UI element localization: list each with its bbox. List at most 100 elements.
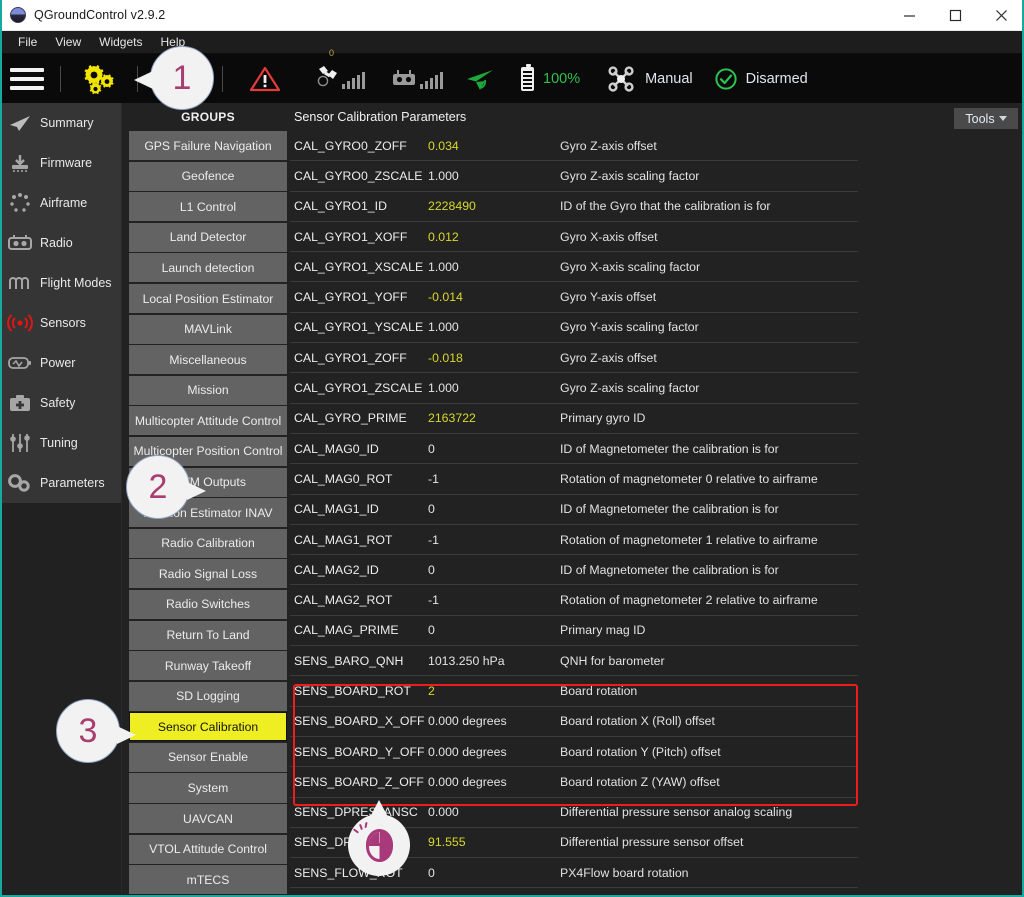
table-row[interactable]: CAL_MAG1_ID0ID of Magnetometer the calib… bbox=[290, 495, 858, 525]
group-item[interactable]: Sensor Enable bbox=[129, 743, 287, 772]
group-item[interactable]: Mission bbox=[129, 376, 287, 405]
menu-widgets[interactable]: Widgets bbox=[90, 33, 151, 51]
param-value: -0.014 bbox=[428, 290, 560, 304]
table-row[interactable]: SENS_BOARD_Y_OFF0.000 degreesBoard rotat… bbox=[290, 737, 858, 767]
group-item-label: Radio Switches bbox=[166, 597, 250, 611]
group-item[interactable]: Radio Signal Loss bbox=[129, 559, 287, 588]
group-item[interactable]: Return To Land bbox=[129, 621, 287, 650]
table-row[interactable]: CAL_MAG0_ID0ID of Magnetometer the calib… bbox=[290, 434, 858, 464]
param-description: Differential pressure sensor offset bbox=[560, 835, 743, 849]
group-item[interactable]: Radio Calibration bbox=[129, 529, 287, 558]
group-item[interactable]: MAVLink bbox=[129, 315, 287, 344]
warning-triangle-icon bbox=[249, 65, 281, 93]
table-row[interactable]: CAL_GYRO1_YOFF-0.014Gyro Y-axis offset bbox=[290, 282, 858, 312]
tools-button[interactable]: Tools bbox=[954, 108, 1018, 129]
table-row[interactable]: CAL_GYRO1_YSCALE1.000Gyro Y-axis scaling… bbox=[290, 313, 858, 343]
toolbar-arm-status[interactable]: Disarmed bbox=[701, 54, 816, 103]
sidebar-item-firmware[interactable]: Firmware bbox=[1, 143, 121, 183]
toolbar-settings-button[interactable] bbox=[67, 54, 131, 103]
table-row[interactable]: CAL_GYRO0_ZSCALE1.000Gyro Z-axis scaling… bbox=[290, 161, 858, 191]
close-button[interactable] bbox=[978, 0, 1024, 31]
table-row[interactable]: CAL_GYRO0_ZOFF0.034Gyro Z-axis offset bbox=[290, 131, 858, 161]
param-name: CAL_MAG1_ROT bbox=[290, 533, 428, 547]
menu-file[interactable]: File bbox=[9, 33, 46, 51]
firmware-chip-icon bbox=[7, 152, 33, 174]
table-row[interactable]: CAL_MAG_PRIME0Primary mag ID bbox=[290, 616, 858, 646]
group-item-selected[interactable]: Sensor Calibration bbox=[129, 712, 287, 741]
battery-percent-label: 100% bbox=[543, 71, 580, 87]
minimize-button[interactable] bbox=[886, 0, 932, 31]
sidebar-item-flight-modes[interactable]: Flight Modes bbox=[1, 263, 121, 303]
telemetry-signal-icon bbox=[463, 66, 497, 92]
table-row[interactable]: CAL_GYRO1_ZOFF-0.018Gyro Z-axis offset bbox=[290, 343, 858, 373]
toolbar-battery-status[interactable]: 100% bbox=[511, 54, 584, 103]
table-row[interactable]: SENS_BOARD_ROT2Board rotation bbox=[290, 676, 858, 706]
paper-plane-icon bbox=[7, 112, 33, 134]
group-item-label: Runway Takeoff bbox=[165, 659, 251, 673]
sidebar-item-summary[interactable]: Summary bbox=[1, 103, 121, 143]
table-row[interactable]: SENS_BOARD_Z_OFF0.000 degreesBoard rotat… bbox=[290, 767, 858, 797]
param-name: SENS_DPRES_ANSC bbox=[290, 805, 428, 819]
param-name: CAL_GYRO0_ZOFF bbox=[290, 139, 428, 153]
group-item[interactable]: System bbox=[129, 773, 287, 802]
toolbar-telemetry-status[interactable] bbox=[449, 54, 511, 103]
table-row[interactable]: CAL_GYRO1_XOFF0.012Gyro X-axis offset bbox=[290, 222, 858, 252]
param-value: 0 bbox=[428, 623, 560, 637]
airframe-dots-icon bbox=[7, 192, 33, 214]
table-row[interactable]: CAL_GYRO_PRIME2163722Primary gyro ID bbox=[290, 404, 858, 434]
sidebar-item-label: Summary bbox=[40, 116, 93, 130]
table-row[interactable]: SENS_BOARD_X_OFF0.000 degreesBoard rotat… bbox=[290, 707, 858, 737]
group-item[interactable]: Launch detection bbox=[129, 253, 287, 282]
menu-view[interactable]: View bbox=[46, 33, 90, 51]
group-item[interactable]: Multicopter Attitude Control bbox=[129, 406, 287, 435]
group-item[interactable]: SD Logging bbox=[129, 682, 287, 711]
sidebar-item-label: Parameters bbox=[40, 476, 105, 490]
parameters-gears-icon bbox=[7, 472, 33, 494]
toolbar-rc-status[interactable] bbox=[371, 54, 449, 103]
group-item[interactable]: L1 Control bbox=[129, 192, 287, 221]
toolbar-gps-status[interactable]: 0 bbox=[301, 54, 371, 103]
param-name: CAL_GYRO1_YSCALE bbox=[290, 320, 428, 334]
param-description: Gyro Y-axis offset bbox=[560, 290, 656, 304]
table-row[interactable]: CAL_MAG2_ID0ID of Magnetometer the calib… bbox=[290, 555, 858, 585]
group-item[interactable]: mTECS bbox=[129, 865, 287, 894]
table-row[interactable]: CAL_GYRO1_XSCALE1.000Gyro X-axis scaling… bbox=[290, 252, 858, 282]
sidebar-item-radio[interactable]: Radio bbox=[1, 223, 121, 263]
param-description: Rotation of magnetometer 2 relative to a… bbox=[560, 593, 818, 607]
table-row[interactable]: CAL_MAG1_ROT-1Rotation of magnetometer 1… bbox=[290, 525, 858, 555]
table-row[interactable]: SENS_BARO_QNH1013.250 hPaQNH for baromet… bbox=[290, 646, 858, 676]
group-item[interactable]: Radio Switches bbox=[129, 590, 287, 619]
group-item[interactable]: Geofence bbox=[129, 162, 287, 191]
flight-mode-label: Manual bbox=[645, 71, 693, 87]
sidebar-item-tuning[interactable]: Tuning bbox=[1, 423, 121, 463]
maximize-button[interactable] bbox=[932, 0, 978, 31]
sidebar-item-sensors[interactable]: Sensors bbox=[1, 303, 121, 343]
group-item-label: UAVCAN bbox=[183, 812, 233, 826]
table-row[interactable]: CAL_MAG2_ROT-1Rotation of magnetometer 2… bbox=[290, 585, 858, 615]
group-item[interactable]: Runway Takeoff bbox=[129, 651, 287, 680]
param-name: SENS_BOARD_X_OFF bbox=[290, 714, 428, 728]
sidebar-item-airframe[interactable]: Airframe bbox=[1, 183, 121, 223]
group-item[interactable]: Local Position Estimator bbox=[129, 284, 287, 313]
table-row[interactable]: CAL_MAG0_ROT-1Rotation of magnetometer 0… bbox=[290, 464, 858, 494]
table-row[interactable]: CAL_GYRO1_ZSCALE1.000Gyro Z-axis scaling… bbox=[290, 373, 858, 403]
sidebar-item-safety[interactable]: Safety bbox=[1, 383, 121, 423]
param-description: Board rotation Y (Pitch) offset bbox=[560, 745, 721, 759]
param-description: Gyro Y-axis scaling factor bbox=[560, 320, 699, 334]
group-item[interactable]: VTOL Attitude Control bbox=[129, 835, 287, 864]
param-name: CAL_MAG0_ID bbox=[290, 442, 428, 456]
sidebar-item-power[interactable]: Power bbox=[1, 343, 121, 383]
table-row[interactable]: CAL_GYRO1_ID2228490ID of the Gyro that t… bbox=[290, 192, 858, 222]
param-description: ID of Magnetometer the calibration is fo… bbox=[560, 442, 779, 456]
sidebar-item-parameters[interactable]: Parameters bbox=[1, 463, 121, 503]
group-item[interactable]: UAVCAN bbox=[129, 804, 287, 833]
group-item[interactable]: Land Detector bbox=[129, 223, 287, 252]
hamburger-menu-button[interactable] bbox=[0, 54, 54, 103]
toolbar-flight-mode[interactable]: Manual bbox=[584, 54, 701, 103]
radio-transmitter-icon bbox=[7, 232, 33, 254]
group-item[interactable]: GPS Failure Navigation bbox=[129, 131, 287, 160]
toolbar-separator bbox=[60, 66, 61, 92]
check-circle-icon bbox=[715, 68, 737, 90]
toolbar-warning-button[interactable] bbox=[229, 54, 301, 103]
group-item[interactable]: Miscellaneous bbox=[129, 345, 287, 374]
